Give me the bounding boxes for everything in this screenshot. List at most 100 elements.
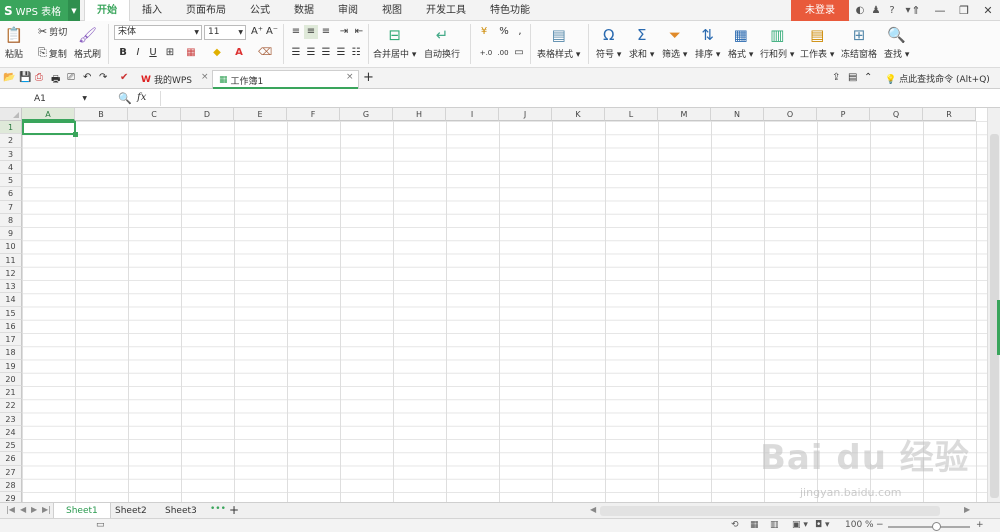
menu-tab-1[interactable]: 插入: [130, 0, 174, 21]
zoom-slider-knob[interactable]: [932, 522, 941, 531]
column-header-F[interactable]: F: [287, 108, 340, 121]
align-center-icon[interactable]: ☰: [304, 46, 318, 60]
normal-view-icon[interactable]: ▦: [750, 520, 759, 530]
page-layout-icon[interactable]: ▥: [770, 520, 779, 530]
align-top-icon[interactable]: ≡: [289, 25, 303, 39]
row-header-12[interactable]: 12: [0, 266, 22, 280]
increase-decimal-icon[interactable]: +.0: [477, 46, 495, 60]
menu-tab-8[interactable]: 特色功能: [478, 0, 542, 21]
select-all-corner[interactable]: [0, 108, 22, 121]
decrease-decimal-icon[interactable]: .00: [494, 46, 512, 60]
row-header-1[interactable]: 1: [0, 121, 22, 135]
row-header-28[interactable]: 28: [0, 478, 22, 492]
row-header-19[interactable]: 19: [0, 359, 22, 373]
help-icon[interactable]: ?: [884, 5, 900, 16]
chevron-down-icon[interactable]: ▼: [68, 0, 80, 21]
tab-my-wps[interactable]: W 我的WPS: [135, 70, 198, 89]
chevron-down-icon[interactable]: ▼: [82, 92, 87, 106]
print-preview-icon[interactable]: ⎚: [67, 72, 75, 83]
undo-icon[interactable]: ↶: [83, 72, 91, 83]
column-header-J[interactable]: J: [499, 108, 552, 121]
underline-button[interactable]: U: [146, 46, 160, 60]
border-icon[interactable]: ⊞: [163, 46, 177, 60]
copy-button[interactable]: ⎘ 复制: [38, 46, 67, 60]
paste-button[interactable]: 📋 粘贴: [4, 25, 24, 60]
cell-style-icon[interactable]: ▭: [512, 46, 526, 60]
rows-cols-button[interactable]: ▥ 行和列 ▾: [760, 25, 794, 60]
align-right-icon[interactable]: ☰: [319, 46, 333, 60]
sort-button[interactable]: ⇅ 排序 ▾: [695, 25, 720, 60]
fx-button[interactable]: fx: [137, 92, 146, 103]
comma-button[interactable]: ,: [513, 25, 527, 39]
row-header-3[interactable]: 3: [0, 147, 22, 161]
bold-button[interactable]: B: [116, 46, 130, 60]
fill-color-icon[interactable]: ◆: [210, 46, 224, 60]
align-middle-icon[interactable]: ≡: [304, 25, 318, 39]
close-tab-icon[interactable]: ×: [346, 72, 354, 82]
column-header-M[interactable]: M: [658, 108, 711, 121]
menu-tab-6[interactable]: 视图: [370, 0, 414, 21]
cut-button[interactable]: ✂ 剪切: [38, 25, 67, 38]
shirt-icon[interactable]: ♟: [868, 5, 884, 16]
open-folder-icon[interactable]: 📂: [3, 72, 15, 83]
add-sheet-button[interactable]: +: [229, 503, 239, 517]
row-header-8[interactable]: 8: [0, 213, 22, 227]
column-header-C[interactable]: C: [128, 108, 181, 121]
zoom-slider[interactable]: [888, 526, 970, 528]
italic-button[interactable]: I: [131, 46, 145, 60]
minimize-icon[interactable]: —: [928, 0, 952, 21]
scroll-left-icon[interactable]: ◀: [590, 505, 596, 514]
collapse-icon[interactable]: ⌃: [864, 72, 872, 83]
column-header-B[interactable]: B: [75, 108, 128, 121]
column-header-I[interactable]: I: [446, 108, 499, 121]
row-header-27[interactable]: 27: [0, 465, 22, 479]
row-header-7[interactable]: 7: [0, 200, 22, 214]
freeze-panes-button[interactable]: ⊞ 冻结窗格: [841, 25, 877, 60]
command-search-hint[interactable]: 💡 点此查找命令 (Alt+Q): [885, 72, 990, 85]
close-icon[interactable]: ✕: [976, 0, 1000, 21]
row-header-14[interactable]: 14: [0, 293, 22, 307]
font-color-icon[interactable]: A: [232, 46, 246, 60]
more-sheets-button[interactable]: •••: [210, 504, 226, 514]
macro-record-icon[interactable]: ▭: [96, 520, 105, 530]
history-icon[interactable]: ⟲: [731, 520, 739, 530]
row-header-26[interactable]: 26: [0, 452, 22, 466]
horizontal-scrollbar[interactable]: [600, 506, 940, 516]
row-header-4[interactable]: 4: [0, 160, 22, 174]
row-header-16[interactable]: 16: [0, 319, 22, 333]
merge-center-button[interactable]: ⊟ 合并居中 ▾: [373, 25, 416, 60]
font-name-select[interactable]: 宋体 ▼: [114, 25, 202, 40]
sum-button[interactable]: Σ 求和 ▾: [629, 25, 654, 60]
format-painter-button[interactable]: 🖌 格式刷: [74, 25, 101, 60]
row-header-15[interactable]: 15: [0, 306, 22, 320]
document-icon[interactable]: ▤: [848, 72, 857, 83]
row-header-2[interactable]: 2: [0, 134, 22, 148]
close-tab-icon[interactable]: ×: [201, 72, 209, 82]
row-header-25[interactable]: 25: [0, 439, 22, 453]
find-button[interactable]: 🔍 查找 ▾: [884, 25, 909, 60]
distributed-icon[interactable]: ☷: [349, 46, 363, 60]
last-sheet-icon[interactable]: ▶|: [42, 505, 51, 514]
align-left-icon[interactable]: ☰: [289, 46, 303, 60]
scroll-right-icon[interactable]: ▶: [964, 505, 970, 514]
percent-button[interactable]: %: [497, 25, 511, 39]
export-pdf-icon[interactable]: ⎙: [35, 72, 43, 83]
column-header-H[interactable]: H: [393, 108, 446, 121]
row-header-17[interactable]: 17: [0, 333, 22, 347]
row-header-21[interactable]: 21: [0, 386, 22, 400]
column-header-Q[interactable]: Q: [870, 108, 923, 121]
prev-sheet-icon[interactable]: ◀: [20, 505, 26, 514]
merge-cell-icon[interactable]: ▦: [184, 46, 198, 60]
font-grow-icon[interactable]: A⁺: [250, 25, 264, 39]
column-header-N[interactable]: N: [711, 108, 764, 121]
row-header-6[interactable]: 6: [0, 187, 22, 201]
justify-icon[interactable]: ☰: [334, 46, 348, 60]
zoom-in-icon[interactable]: +: [976, 520, 984, 530]
column-header-R[interactable]: R: [923, 108, 976, 121]
column-header-P[interactable]: P: [817, 108, 870, 121]
menu-tab-2[interactable]: 页面布局: [174, 0, 238, 21]
column-header-G[interactable]: G: [340, 108, 393, 121]
tab-workbook1[interactable]: ▦ 工作簿1: [212, 70, 359, 89]
row-header-18[interactable]: 18: [0, 346, 22, 360]
indent-icon[interactable]: ⇥: [337, 25, 351, 39]
